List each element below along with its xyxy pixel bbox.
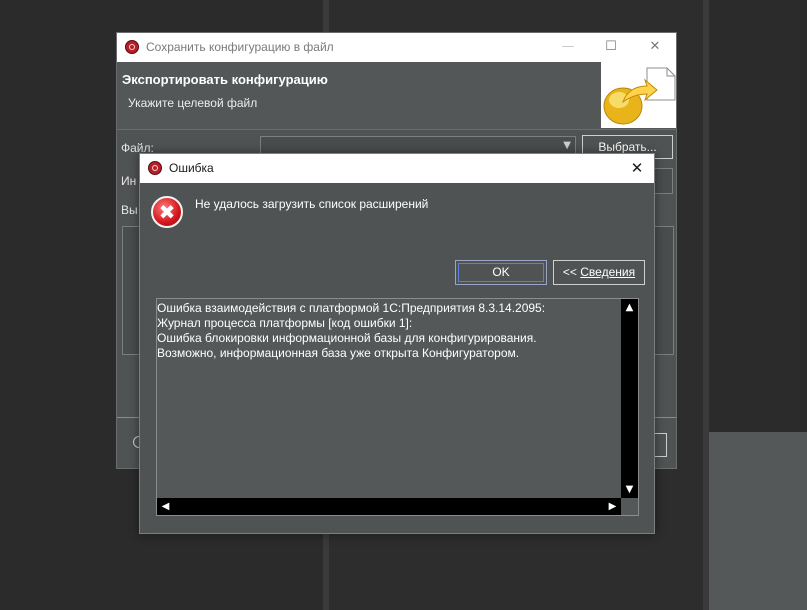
- wizard-title: Экспортировать конфигурацию: [122, 72, 328, 87]
- save-config-titlebar: Сохранить конфигурацию в файл — ☐ ✕: [117, 33, 676, 62]
- app-icon: [148, 161, 162, 175]
- export-arrow-icon: [601, 62, 676, 128]
- error-dialog-title: Ошибка: [169, 161, 214, 175]
- details-line: Журнал процесса платформы [код ошибки 1]…: [157, 316, 413, 330]
- app-icon: [125, 40, 139, 54]
- minimize-button[interactable]: —: [557, 37, 579, 57]
- close-icon[interactable]: ✕: [626, 158, 648, 178]
- wizard-subtitle: Укажите целевой файл: [128, 96, 258, 110]
- chevron-down-icon: ▼: [563, 140, 571, 151]
- save-config-title: Сохранить конфигурацию в файл: [146, 40, 334, 54]
- scroll-down-icon[interactable]: ▼: [621, 481, 638, 498]
- scroll-corner: [621, 498, 638, 515]
- error-icon: ✖: [151, 196, 183, 228]
- close-button[interactable]: ✕: [644, 37, 666, 57]
- details-prefix: <<: [562, 265, 581, 279]
- third-field-label: Вы: [121, 203, 138, 217]
- scroll-right-icon[interactable]: ▶: [604, 498, 621, 515]
- desktop-panel-right: [709, 432, 807, 610]
- details-label: Сведения: [580, 265, 636, 279]
- vertical-scrollbar[interactable]: ▲ ▼: [621, 299, 638, 498]
- desktop-background-right: [709, 0, 807, 432]
- scroll-up-icon[interactable]: ▲: [621, 299, 638, 316]
- scroll-left-icon[interactable]: ◀: [157, 498, 174, 515]
- wizard-header: Экспортировать конфигурацию Укажите целе…: [117, 62, 676, 130]
- horizontal-scrollbar[interactable]: ◀ ▶: [157, 498, 621, 515]
- details-line: Ошибка взаимодействия с платформой 1С:Пр…: [157, 301, 546, 315]
- error-message: Не удалось загрузить список расширений: [195, 197, 429, 211]
- error-dialog-titlebar: Ошибка ✕: [140, 154, 654, 183]
- details-textarea[interactable]: Ошибка взаимодействия с платформой 1С:Пр…: [156, 298, 639, 516]
- maximize-button[interactable]: ☐: [600, 37, 622, 57]
- ok-button[interactable]: OK: [455, 260, 547, 285]
- error-dialog: Ошибка ✕ ✖ Не удалось загрузить список р…: [139, 153, 655, 534]
- details-button[interactable]: << Сведения: [553, 260, 645, 285]
- second-field-label: Ин: [121, 174, 137, 188]
- details-line: Возможно, информационная база уже открыт…: [157, 346, 520, 360]
- details-text: Ошибка взаимодействия с платформой 1С:Пр…: [157, 301, 619, 361]
- details-line: Ошибка блокировки информационной базы дл…: [157, 331, 537, 345]
